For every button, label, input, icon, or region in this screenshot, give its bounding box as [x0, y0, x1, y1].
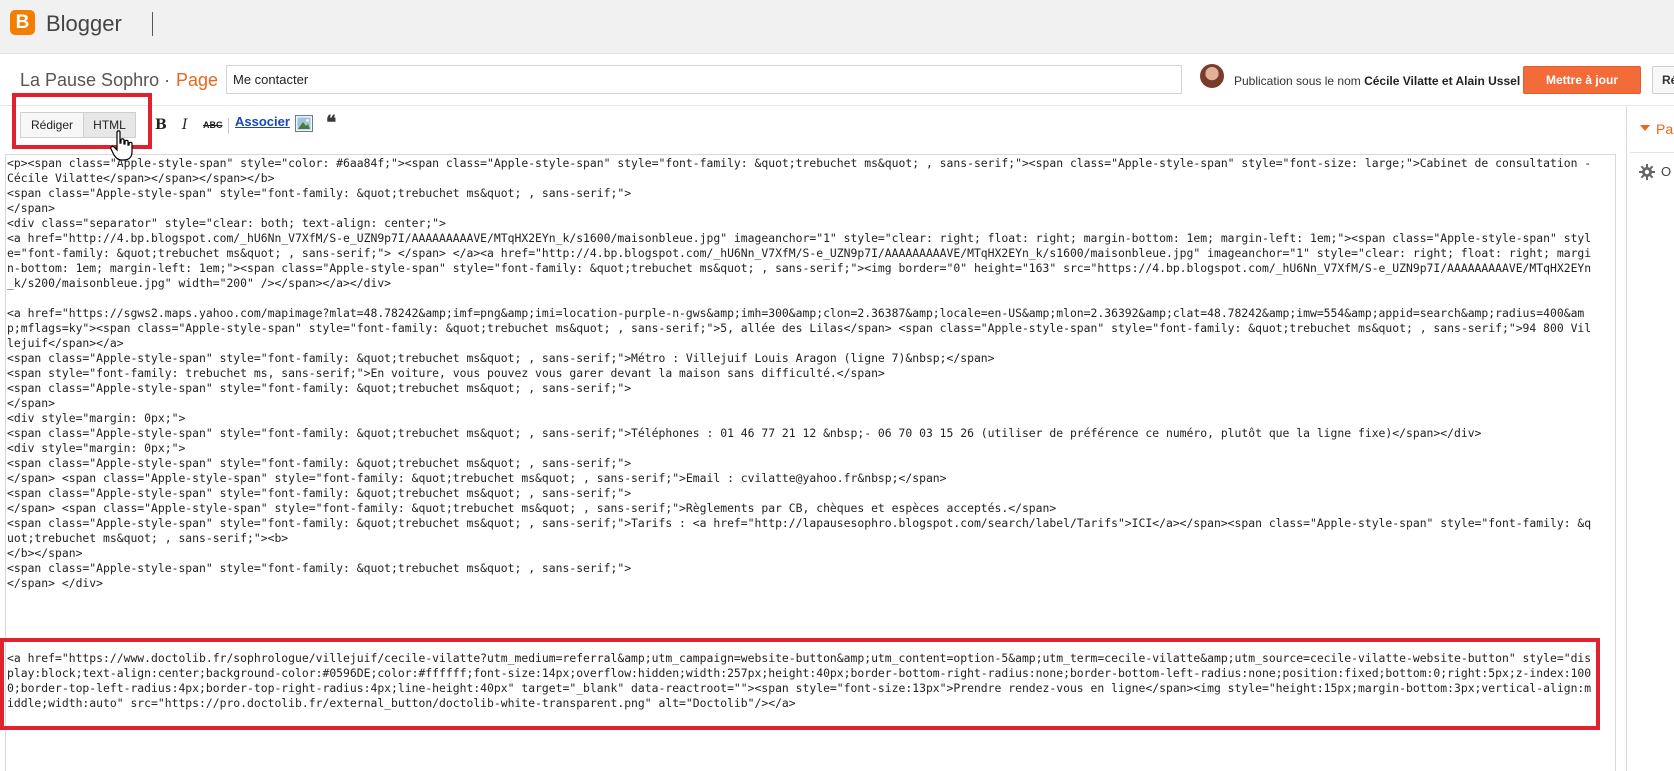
revert-button[interactable]: Rétablir [1652, 66, 1674, 94]
top-divider [152, 12, 153, 36]
strikethrough-button[interactable]: ABC [203, 115, 223, 135]
authors-name: Cécile Vilatte et Alain Ussel [1364, 74, 1521, 88]
settings-sidebar [1626, 106, 1674, 771]
page-type-label: Page [176, 70, 219, 90]
quote-icon[interactable]: ❝ [326, 114, 336, 133]
toolbar-divider [228, 118, 229, 134]
blogger-logo-icon[interactable]: B [10, 10, 35, 35]
link-button[interactable]: Associer [235, 114, 290, 129]
app-name[interactable]: Blogger [46, 11, 122, 37]
logo-letter: B [15, 12, 30, 33]
publishing-prefix: Publication sous le nom [1234, 74, 1365, 88]
sidebar-section-label[interactable]: Pa [1656, 121, 1673, 137]
title-separator: · [164, 70, 171, 90]
top-bar: B Blogger [0, 0, 1674, 54]
compose-mode-button[interactable]: Rédiger [20, 112, 84, 138]
chevron-down-icon[interactable] [1640, 125, 1650, 131]
html-source-doctolib[interactable]: <a href="https://www.doctolib.fr/sophrol… [7, 651, 1597, 711]
update-button[interactable]: Mettre à jour [1523, 66, 1641, 94]
blog-title-text: La Pause Sophro [20, 70, 160, 90]
sidebar-divider [1630, 152, 1674, 153]
hand-cursor-icon [110, 130, 133, 161]
page-title-input[interactable]: Me contacter [226, 65, 1182, 94]
insert-image-icon[interactable] [295, 115, 313, 132]
bold-button[interactable]: B [155, 115, 167, 135]
avatar[interactable] [1200, 64, 1224, 88]
sidebar-options-label[interactable]: O [1661, 164, 1671, 179]
publishing-as: Publication sous le nom Cécile Vilatte e… [1234, 74, 1520, 88]
blog-title[interactable]: La Pause Sophro · [20, 70, 170, 91]
italic-button[interactable]: I [182, 115, 188, 135]
gear-icon[interactable] [1639, 164, 1655, 180]
html-source-main[interactable]: <p><span class="Apple-style-span" style=… [7, 156, 1597, 591]
